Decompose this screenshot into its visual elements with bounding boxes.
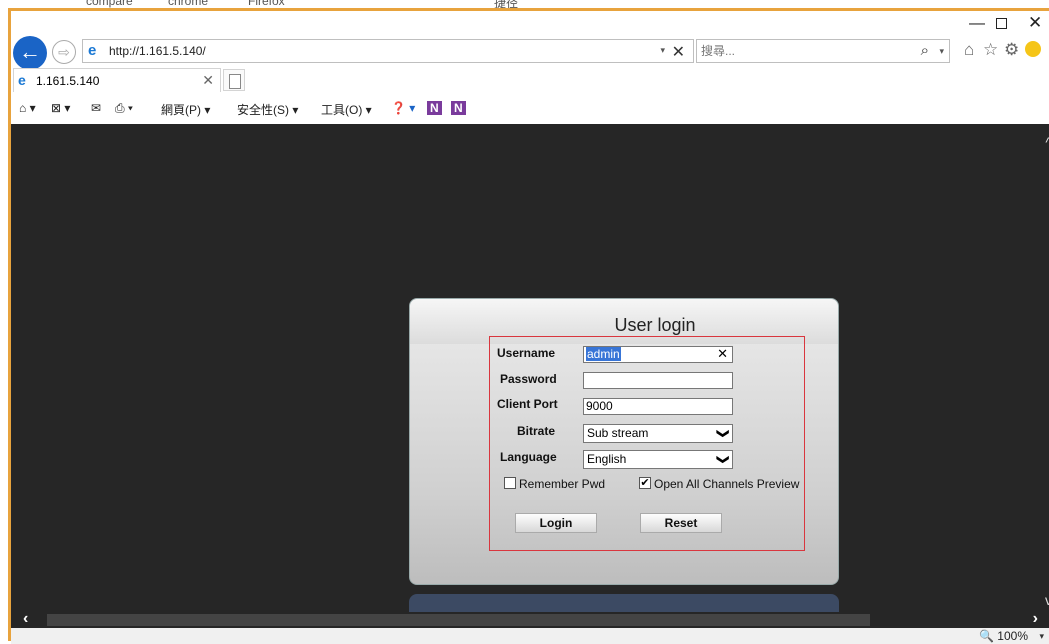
language-select[interactable]: English ❯ bbox=[583, 450, 733, 469]
status-bar: 🔍 100% ▾ bbox=[11, 628, 1049, 644]
username-value: admin bbox=[586, 347, 621, 361]
minimize-button[interactable]: — bbox=[969, 15, 985, 33]
language-value: English bbox=[587, 452, 627, 466]
scroll-down-icon[interactable]: v bbox=[1045, 592, 1049, 608]
search-box[interactable]: ⌕ ▾ bbox=[696, 39, 950, 63]
horizontal-scrollbar[interactable]: ‹ › bbox=[11, 610, 1049, 628]
favorites-icon[interactable]: ☆ bbox=[983, 40, 998, 60]
clear-icon[interactable]: ✕ bbox=[717, 346, 728, 361]
feeds-icon[interactable]: ⊠ ▾ bbox=[51, 101, 70, 115]
ie-icon: e bbox=[88, 42, 97, 59]
reset-button[interactable]: Reset bbox=[640, 513, 722, 533]
feedback-smiley-icon[interactable] bbox=[1025, 41, 1041, 57]
stop-icon[interactable]: ✕ bbox=[672, 42, 685, 62]
gear-icon[interactable]: ⚙ bbox=[1004, 40, 1019, 60]
page-content: ^ v User login Username admin ✕ Password… bbox=[11, 124, 1049, 634]
maximize-button[interactable] bbox=[996, 18, 1007, 29]
remember-pwd-label[interactable]: Remember Pwd bbox=[519, 477, 605, 491]
tab-active[interactable]: e 1.161.5.140 ✕ bbox=[13, 68, 221, 92]
command-bar: ⌂ ▾ ⊠ ▾ ✉ ⎙ ▾ 網頁(P) ▾ 安全性(S) ▾ 工具(O) ▾ ❓… bbox=[11, 96, 1049, 122]
tools-menu[interactable]: 工具(O) ▾ bbox=[321, 101, 372, 118]
login-dialog: User login Username admin ✕ Password Cli… bbox=[409, 298, 839, 585]
safety-menu[interactable]: 安全性(S) ▾ bbox=[237, 101, 298, 118]
open-all-label[interactable]: Open All Channels Preview bbox=[654, 477, 799, 491]
address-row: ← ⇨ e http://1.161.5.140/ ▾ ✕ ⌕ ▾ — ✕ ⌂ … bbox=[11, 11, 1049, 70]
bitrate-select[interactable]: Sub stream ❯ bbox=[583, 424, 733, 443]
password-label: Password bbox=[500, 372, 557, 386]
scroll-up-icon[interactable]: ^ bbox=[1045, 134, 1049, 150]
close-icon[interactable]: ✕ bbox=[202, 72, 214, 89]
bitrate-label: Bitrate bbox=[517, 424, 556, 438]
close-button[interactable]: ✕ bbox=[1028, 13, 1042, 33]
username-field[interactable]: admin ✕ bbox=[583, 346, 733, 363]
help-icon[interactable]: ❓ ▾ bbox=[391, 101, 415, 115]
client-port-label: Client Port bbox=[497, 397, 558, 411]
password-field[interactable] bbox=[583, 372, 733, 389]
page-menu[interactable]: 網頁(P) ▾ bbox=[161, 101, 210, 118]
new-tab-button[interactable] bbox=[223, 69, 245, 91]
search-input[interactable] bbox=[701, 41, 901, 61]
chevron-down-icon[interactable]: ▾ bbox=[939, 46, 944, 57]
login-button[interactable]: Login bbox=[515, 513, 597, 533]
search-icon[interactable]: ⌕ bbox=[921, 42, 929, 59]
desktop-item: chrome bbox=[168, 0, 209, 8]
username-label: Username bbox=[497, 346, 556, 360]
bitrate-value: Sub stream bbox=[587, 426, 649, 440]
login-form: Username admin ✕ Password Client Port 90… bbox=[489, 336, 805, 551]
url-text[interactable]: http://1.161.5.140/ bbox=[109, 44, 206, 58]
chevron-down-icon: ❯ bbox=[716, 428, 731, 439]
mail-icon[interactable]: ✉ bbox=[91, 101, 101, 115]
chevron-down-icon[interactable]: ▾ bbox=[660, 45, 665, 56]
home-icon[interactable]: ⌂ bbox=[964, 40, 974, 60]
remember-pwd-checkbox[interactable] bbox=[504, 477, 516, 489]
print-icon[interactable]: ⎙ ▾ bbox=[115, 101, 133, 116]
scroll-left-icon[interactable]: ‹ bbox=[23, 610, 28, 628]
desktop-item: compare bbox=[86, 0, 133, 8]
scroll-right-icon[interactable]: › bbox=[1033, 610, 1038, 628]
address-bar[interactable]: e http://1.161.5.140/ ▾ ✕ bbox=[82, 39, 694, 63]
tab-bar: e 1.161.5.140 ✕ bbox=[11, 66, 1049, 94]
open-all-checkbox[interactable]: ✔ bbox=[639, 477, 651, 489]
onenote-icon[interactable]: N bbox=[451, 101, 466, 115]
chevron-down-icon[interactable]: ▾ bbox=[1039, 631, 1044, 642]
desktop-item: Firefox bbox=[248, 0, 285, 8]
tab-title: 1.161.5.140 bbox=[36, 74, 100, 88]
ie-icon: e bbox=[18, 72, 26, 88]
client-port-field[interactable]: 9000 bbox=[583, 398, 733, 415]
login-title: User login bbox=[614, 315, 696, 335]
scrollbar-thumb[interactable] bbox=[47, 614, 870, 626]
language-label: Language bbox=[500, 450, 557, 464]
back-button[interactable]: ← bbox=[13, 36, 47, 70]
browser-window: ← ⇨ e http://1.161.5.140/ ▾ ✕ ⌕ ▾ — ✕ ⌂ … bbox=[8, 8, 1049, 644]
forward-button[interactable]: ⇨ bbox=[52, 40, 76, 64]
home-icon[interactable]: ⌂ ▾ bbox=[19, 101, 36, 115]
chevron-down-icon: ❯ bbox=[716, 454, 731, 465]
onenote-icon[interactable]: N bbox=[427, 101, 442, 115]
